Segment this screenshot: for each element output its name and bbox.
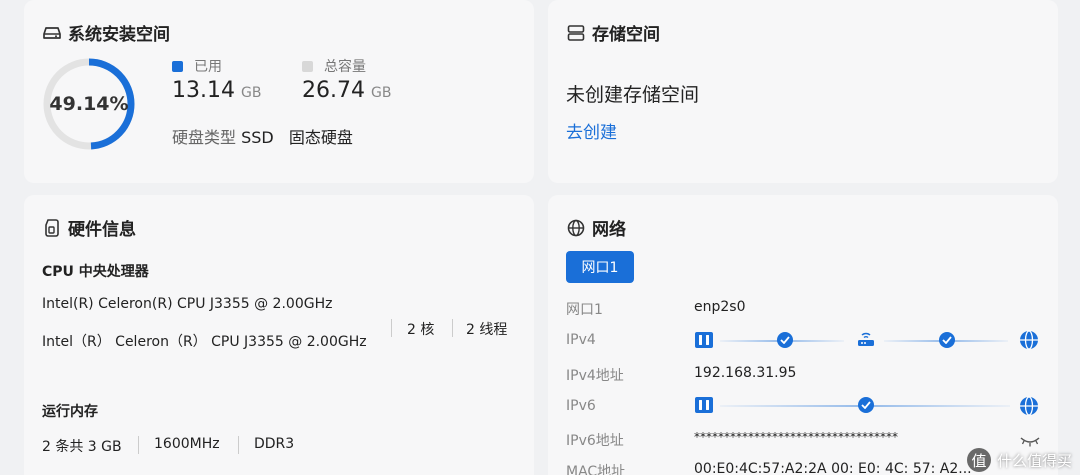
storage-title-text: 存储空间 — [592, 25, 660, 45]
check-icon — [777, 332, 793, 348]
router-icon — [856, 329, 876, 349]
divider — [138, 436, 139, 454]
storage-title: 存储空间 — [566, 20, 660, 45]
storage-empty-text: 未创建存储空间 — [566, 84, 700, 106]
device-icon — [42, 218, 62, 238]
memory-frequency: 1600MHz — [154, 436, 220, 452]
total-label: 总容量 — [324, 59, 366, 75]
legend-total: 总容量 — [302, 56, 366, 76]
disk-type-desc: 固态硬盘 — [288, 128, 353, 147]
used-label: 已用 — [194, 59, 222, 75]
used-swatch — [172, 60, 183, 72]
memory-type: DDR3 — [254, 436, 295, 452]
cpu-model-line2: Intel（R） Celeron（R） CPU J3355 @ 2.00GHz — [42, 334, 367, 350]
cpu-cores: 2 核 — [407, 322, 435, 338]
memory-heading: 运行内存 — [42, 404, 98, 420]
storage-icon — [566, 23, 586, 43]
internet-globe-icon — [1019, 330, 1039, 350]
disk-type-value: SSD — [241, 128, 274, 147]
legend-used: 已用 — [172, 56, 222, 76]
used-number: 13.14 — [172, 78, 235, 103]
ipv4-address-value: 192.168.31.95 — [694, 365, 797, 381]
ipv6-address-value: ********************************** — [694, 430, 898, 444]
cpu-model-line1: Intel(R) Celeron(R) CPU J3355 @ 2.00GHz — [42, 296, 333, 312]
total-swatch — [302, 60, 313, 72]
cpu-heading: CPU 中央处理器 — [42, 264, 149, 280]
system-space-card: 系统安装空间 49.14% 已用 13.14 GB 总容量 26.74 GB 硬盘类… — [24, 0, 534, 183]
check-icon — [858, 397, 874, 413]
nas-icon — [694, 331, 714, 349]
mac-address-value: 00:E0:4C:57:A2:2A 00: E0: 4C: 57: A2... — [694, 461, 972, 475]
total-value: 26.74 GB — [302, 78, 391, 103]
mac-address-label: MAC地址 — [566, 464, 626, 475]
disk-type: 硬盘类型 SSD 固态硬盘 — [172, 124, 353, 148]
network-card: 网络 网口1 网口1 enp2s0 IPv4 IPv4地址 192.168.31… — [548, 195, 1058, 475]
cpu-threads: 2 线程 — [466, 322, 508, 338]
watermark-badge: 值 — [966, 448, 991, 472]
divider — [391, 319, 392, 337]
watermark-text: 什么值得买 — [996, 451, 1072, 470]
port-value: enp2s0 — [694, 299, 746, 315]
used-value: 13.14 GB — [172, 78, 261, 103]
network-title-text: 网络 — [592, 220, 626, 240]
hardware-card: 硬件信息 CPU 中央处理器 Intel(R) Celeron(R) CPU J… — [24, 195, 534, 475]
divider — [452, 319, 453, 337]
network-title: 网络 — [566, 215, 626, 240]
total-unit: GB — [370, 85, 392, 101]
ipv4-label: IPv4 — [566, 332, 596, 348]
hard-drive-icon — [42, 23, 62, 43]
check-icon — [939, 332, 955, 348]
tab-port1[interactable]: 网口1 — [566, 251, 634, 283]
total-number: 26.74 — [302, 78, 365, 103]
system-space-title: 系统安装空间 — [42, 20, 170, 45]
ipv6-label: IPv6 — [566, 398, 596, 414]
used-unit: GB — [240, 85, 262, 101]
hardware-title-text: 硬件信息 — [68, 220, 136, 240]
storage-card: 存储空间 未创建存储空间 去创建 — [548, 0, 1058, 183]
memory-count: 2 条共 3 GB — [42, 439, 122, 455]
nas-icon — [694, 396, 714, 414]
system-space-title-text: 系统安装空间 — [68, 25, 170, 45]
internet-globe-icon — [1019, 396, 1039, 416]
ipv4-address-label: IPv4地址 — [566, 368, 624, 384]
globe-icon — [566, 218, 586, 238]
watermark: 值 什么值得买 — [966, 445, 1072, 475]
hardware-title: 硬件信息 — [42, 215, 136, 240]
port-label: 网口1 — [566, 302, 603, 318]
divider — [238, 436, 239, 454]
create-storage-link[interactable]: 去创建 — [566, 118, 617, 143]
usage-percent: 49.14% — [49, 93, 129, 115]
ipv6-address-label: IPv6地址 — [566, 433, 624, 449]
disk-type-label: 硬盘类型 — [172, 128, 237, 147]
